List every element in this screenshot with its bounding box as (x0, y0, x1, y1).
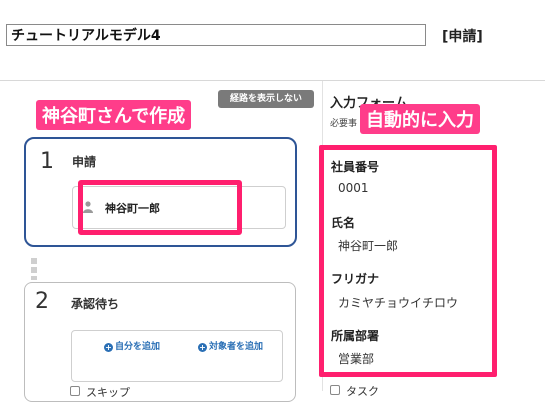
add-target-label: 対象者を追加 (209, 342, 264, 352)
step-number: 2 (35, 289, 49, 314)
step-number: 1 (40, 149, 54, 174)
task-checkbox[interactable] (330, 385, 340, 395)
required-note: 必要事 (330, 119, 358, 129)
model-title-input[interactable] (6, 24, 426, 46)
header-divider (0, 80, 545, 81)
step-connector (31, 258, 37, 280)
add-self-label: 自分を追加 (115, 342, 161, 352)
route-step-2: 2 承認待ち + 自分を追加 + 対象者を追加 (24, 282, 296, 402)
approver-highlight-box (78, 180, 242, 235)
skip-label: スキップ (86, 386, 130, 399)
request-status-label: [申請] (442, 29, 483, 45)
add-approver-box: + 自分を追加 + 対象者を追加 (71, 330, 283, 382)
step-label: 承認待ち (71, 297, 120, 311)
step-label: 申請 (72, 155, 97, 169)
add-self-link[interactable]: + 自分を追加 (104, 339, 160, 352)
plus-circle-icon: + (104, 343, 113, 352)
form-highlight-box (319, 145, 497, 377)
auto-input-callout: 自動的に入力 (360, 104, 480, 134)
task-label: タスク (346, 385, 379, 398)
hide-route-button[interactable]: 経路を表示しない (218, 90, 314, 108)
plus-circle-icon: + (198, 343, 207, 352)
skip-checkbox[interactable] (70, 386, 80, 396)
created-by-callout: 神谷町さんで作成 (36, 100, 192, 130)
add-target-link[interactable]: + 対象者を追加 (198, 339, 263, 352)
